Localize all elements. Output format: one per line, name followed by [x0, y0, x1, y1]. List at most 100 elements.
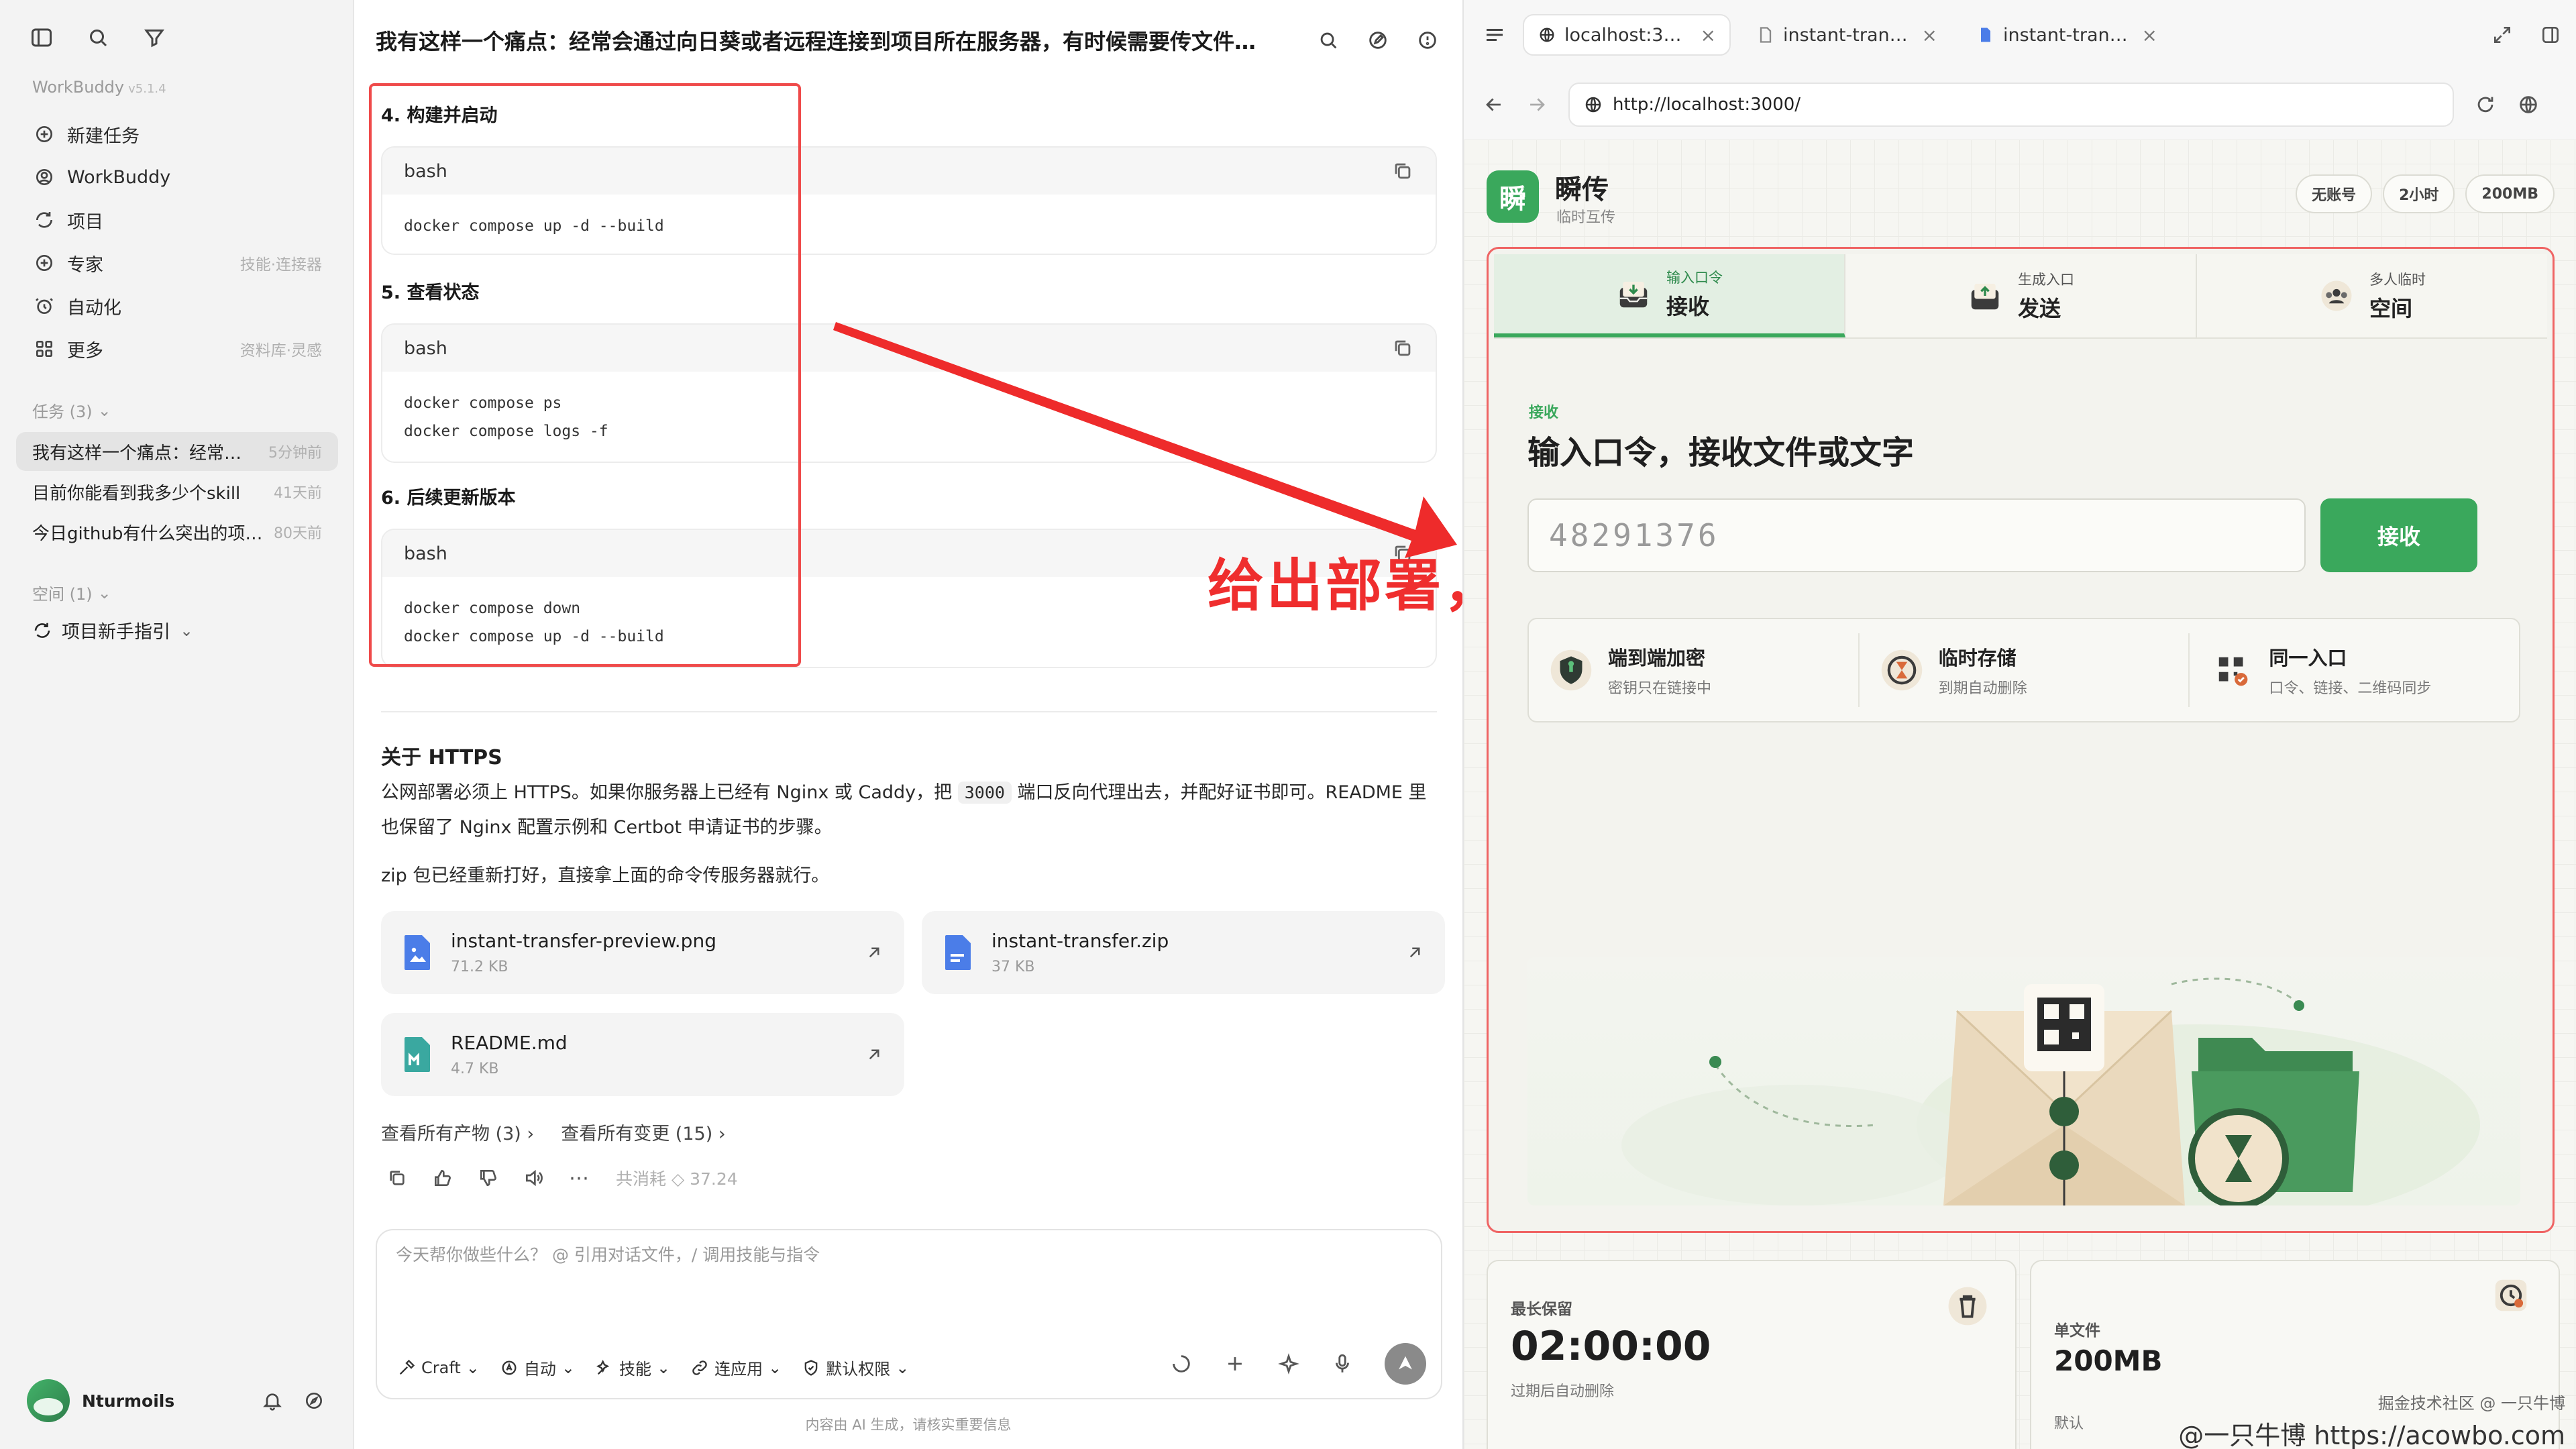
send-button[interactable]: [1385, 1343, 1426, 1385]
tab-receive[interactable]: 输入口令 接收: [1494, 254, 1845, 337]
app-name: WorkBuddy v5.1.4: [32, 78, 166, 97]
avatar[interactable]: [27, 1379, 70, 1422]
close-icon[interactable]: ×: [1922, 24, 1937, 46]
message-input[interactable]: [396, 1245, 1402, 1265]
connect-apps-button[interactable]: 连应用 ⌄: [690, 1356, 782, 1379]
feature-title: 端到端加密: [1608, 647, 1706, 669]
reload-icon[interactable]: [2474, 93, 2497, 116]
filter-icon[interactable]: [140, 23, 169, 52]
shield-lock-icon: [1550, 649, 1592, 691]
browser-tab[interactable]: instant-transf… ×: [1743, 14, 1951, 56]
globe-icon[interactable]: [2517, 93, 2540, 116]
globe-icon: [1585, 97, 1601, 113]
grid-icon: [32, 337, 56, 361]
feature-title: 临时存储: [1938, 647, 2017, 669]
browser-tab[interactable]: instant-transf… ×: [1963, 14, 2171, 56]
file-card-zip[interactable]: instant-transfer.zip 37 KB: [922, 911, 1445, 994]
copy-icon[interactable]: [1391, 160, 1414, 182]
sidebar: WorkBuddy v5.1.4 新建任务 WorkBuddy 项目 专家 技能·…: [0, 0, 354, 1449]
task-item[interactable]: 目前你能看到我多少个skill 41天前: [16, 472, 338, 511]
expand-icon[interactable]: [2491, 24, 2513, 46]
menu-icon[interactable]: [1480, 20, 1509, 50]
permissions-button[interactable]: 默认权限 ⌄: [802, 1356, 909, 1379]
chat-title: 我有这样一个痛点：经常会通过向日葵或者远程连接到项目所在服务器，有时候需要传文件…: [376, 29, 1256, 54]
composer-tools: Craft ⌄ 自动 ⌄ 技能 ⌄ 连应用 ⌄ 默认权限 ⌄: [397, 1356, 909, 1379]
speaker-icon[interactable]: [523, 1167, 545, 1189]
browser-tab[interactable]: localhost:30… ×: [1523, 14, 1731, 56]
watermark-line: @一只牛博 https://acowbo.com: [2178, 1421, 2565, 1449]
receive-button[interactable]: 接收: [2320, 498, 2477, 572]
section-title-https: 关于 HTTPS: [381, 746, 502, 769]
stat-value: 200MB: [2054, 1344, 2163, 1377]
zip-paragraph: zip 包已经重新打好，直接拿上面的命令传服务器就行。: [381, 865, 830, 886]
image-file-icon: [405, 935, 430, 970]
close-icon[interactable]: ×: [2142, 24, 2157, 46]
view-all-changes-link[interactable]: 查看所有变更 (15) ›: [561, 1119, 725, 1145]
sidebar-item-more[interactable]: 更多 资料库·灵感: [16, 327, 338, 370]
more-icon[interactable]: ⋯: [569, 1167, 589, 1190]
task-list: 我有这样一个痛点：经常… 5分钟前 目前你能看到我多少个skill 41天前 今…: [16, 432, 338, 553]
task-item[interactable]: 我有这样一个痛点：经常… 5分钟前: [16, 432, 338, 471]
view-all-outputs-link[interactable]: 查看所有产物 (3) ›: [381, 1119, 534, 1145]
sidebar-item-label: 自动化: [67, 297, 121, 319]
plus-icon[interactable]: [1224, 1352, 1246, 1375]
browser-window: localhost:30… × instant-transf… × instan…: [1462, 0, 2576, 1449]
bell-icon[interactable]: [258, 1386, 287, 1415]
message-actions: ⋯ 共消耗 ◇ 37.24: [386, 1166, 738, 1190]
sidebar-item-experts[interactable]: 专家 技能·连接器: [16, 241, 338, 284]
sidebar-nav: 新建任务 WorkBuddy 项目 专家 技能·连接器 自动化 更多 资料库·灵…: [16, 113, 338, 370]
user-bar: Nturmoils: [27, 1379, 329, 1422]
url-input[interactable]: [1613, 95, 2418, 115]
microphone-icon[interactable]: [1331, 1352, 1354, 1375]
external-link-icon[interactable]: [864, 1044, 884, 1065]
file-card-preview-png[interactable]: instant-transfer-preview.png 71.2 KB: [381, 911, 904, 994]
task-time: 80天前: [274, 525, 322, 542]
search-icon[interactable]: [1313, 25, 1343, 55]
inline-code-port: 3000: [957, 782, 1012, 804]
craft-mode-button[interactable]: Craft ⌄: [397, 1358, 480, 1377]
sidebar-item-label: 新建任务: [67, 125, 140, 147]
auto-mode-button[interactable]: 自动 ⌄: [500, 1356, 575, 1379]
stat-note: 默认: [2054, 1415, 2084, 1432]
sidebar-item-workbuddy[interactable]: WorkBuddy: [16, 156, 338, 199]
panel-icon[interactable]: [2540, 24, 2561, 46]
tab-send[interactable]: 生成入口 发送: [1845, 254, 2197, 337]
thumbs-up-icon[interactable]: [432, 1167, 453, 1189]
close-icon[interactable]: ×: [1701, 24, 1716, 46]
hourglass-icon: [1881, 649, 1922, 691]
thumbs-down-icon[interactable]: [478, 1167, 499, 1189]
forward-arrow-icon[interactable]: [1525, 93, 1548, 116]
sidebar-item-meta: 资料库·灵感: [239, 342, 322, 360]
bot-icon: [32, 165, 56, 189]
group-icon: [2321, 280, 2352, 311]
sidebar-item-new-task[interactable]: 新建任务: [16, 113, 338, 156]
sidebar-item-projects[interactable]: 项目: [16, 199, 338, 241]
tab-sublabel: 输入口令: [1666, 270, 1723, 286]
file-name: README.md: [451, 1032, 568, 1054]
edit-icon[interactable]: [1363, 25, 1393, 55]
external-link-icon[interactable]: [1405, 943, 1425, 963]
spaces-section-header[interactable]: 空间 (1) ⌄: [32, 581, 111, 604]
task-item[interactable]: 今日github有什么突出的项… 80天前: [16, 513, 338, 551]
passcode-input[interactable]: [1527, 498, 2306, 572]
file-card-readme[interactable]: README.md 4.7 KB: [381, 1013, 904, 1096]
external-link-icon[interactable]: [864, 943, 884, 963]
stat-label: 最长保留: [1511, 1301, 1572, 1318]
compass-icon[interactable]: [299, 1386, 329, 1415]
url-field[interactable]: [1568, 83, 2454, 127]
copy-icon[interactable]: [386, 1167, 408, 1189]
copy-icon[interactable]: [1391, 337, 1414, 360]
sparkle-icon[interactable]: [1277, 1352, 1300, 1375]
back-arrow-icon[interactable]: [1483, 93, 1505, 116]
tab-label: 空间: [2369, 296, 2413, 321]
skills-button[interactable]: 技能 ⌄: [595, 1356, 670, 1379]
toggle-sidebar-icon[interactable]: [27, 23, 56, 52]
space-item-guide[interactable]: 项目新手指引 ⌄: [32, 617, 193, 643]
stat-label: 单文件: [2054, 1322, 2100, 1340]
tasks-section-header[interactable]: 任务 (3) ⌄: [32, 398, 111, 422]
tab-label: 接收: [1666, 294, 1710, 319]
search-icon[interactable]: [83, 23, 113, 52]
tab-space[interactable]: 多人临时 空间: [2197, 254, 2547, 337]
sidebar-item-automation[interactable]: 自动化: [16, 284, 338, 327]
info-icon[interactable]: [1413, 25, 1442, 55]
